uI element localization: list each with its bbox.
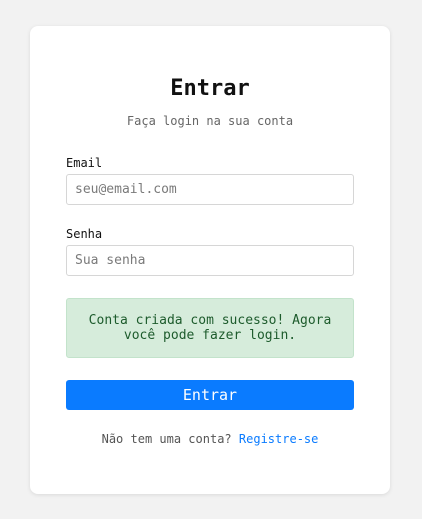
register-prompt-text: Não tem uma conta? bbox=[101, 432, 232, 446]
password-field[interactable] bbox=[66, 245, 354, 276]
email-field[interactable] bbox=[66, 174, 354, 205]
success-alert-text: Conta criada com sucesso! Agora você pod… bbox=[88, 313, 332, 343]
success-alert: Conta criada com sucesso! Agora você pod… bbox=[66, 298, 354, 358]
register-prompt: Não tem uma conta? Registre-se bbox=[30, 431, 390, 447]
page-title: Entrar bbox=[170, 76, 250, 101]
email-label: Email bbox=[66, 156, 103, 170]
page-subtitle: Faça login na sua conta bbox=[126, 114, 294, 128]
login-card: Entrar Faça login na sua conta Email Sen… bbox=[30, 26, 390, 494]
login-button[interactable]: Entrar bbox=[66, 380, 354, 410]
password-label: Senha bbox=[66, 227, 103, 241]
register-link[interactable]: Registre-se bbox=[239, 432, 318, 446]
